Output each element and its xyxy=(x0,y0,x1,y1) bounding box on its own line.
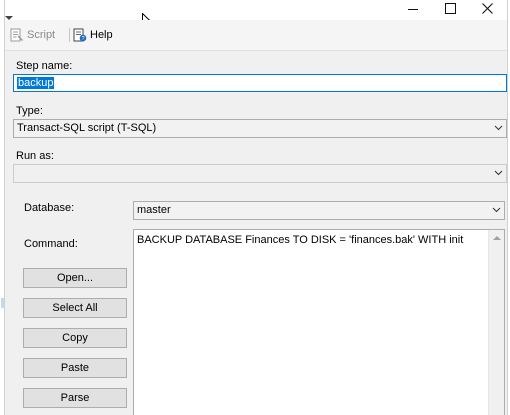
paste-button[interactable]: Paste xyxy=(23,358,127,378)
svg-text:?: ? xyxy=(81,36,84,42)
close-icon xyxy=(482,3,493,14)
run-as-select[interactable] xyxy=(13,164,507,183)
command-scrollbar[interactable] xyxy=(488,230,504,415)
chevron-down-icon xyxy=(494,170,503,176)
step-name-label: Step name: xyxy=(16,60,73,72)
type-label: Type: xyxy=(16,105,43,117)
scroll-up-arrow-icon[interactable] xyxy=(493,236,501,240)
command-label: Command: xyxy=(24,238,78,250)
step-name-value: backup xyxy=(17,77,55,89)
toolbar-separator xyxy=(69,28,70,42)
maximize-icon xyxy=(445,3,456,14)
parse-button[interactable]: Parse xyxy=(23,388,127,408)
database-value: master xyxy=(137,204,171,216)
toolbar: Script ? Help xyxy=(5,16,507,51)
help-label: Help xyxy=(90,29,113,41)
script-icon xyxy=(10,28,24,42)
minimize-button[interactable] xyxy=(393,0,431,20)
command-text: BACKUP DATABASE Finances TO DISK = 'fina… xyxy=(137,234,464,246)
open-button[interactable]: Open... xyxy=(23,268,127,288)
chevron-down-icon xyxy=(494,125,503,131)
select-all-button[interactable]: Select All xyxy=(23,298,127,318)
maximize-button[interactable] xyxy=(431,0,469,20)
help-button[interactable]: ? Help xyxy=(73,27,113,43)
edge-marker xyxy=(1,298,4,308)
type-value: Transact-SQL script (T-SQL) xyxy=(17,122,157,134)
chevron-down-icon xyxy=(492,207,501,213)
help-icon: ? xyxy=(73,28,87,42)
close-button[interactable] xyxy=(469,0,507,20)
database-label: Database: xyxy=(24,202,75,214)
run-as-label: Run as: xyxy=(16,150,54,162)
script-label: Script xyxy=(27,29,56,41)
command-textarea[interactable]: BACKUP DATABASE Finances TO DISK = 'fina… xyxy=(133,229,505,415)
minimize-icon xyxy=(408,9,418,10)
step-name-input[interactable]: backup xyxy=(13,74,507,92)
window-left-edge xyxy=(0,0,5,415)
copy-button[interactable]: Copy xyxy=(23,328,127,348)
title-bar xyxy=(5,0,507,20)
script-button[interactable]: Script xyxy=(10,27,55,43)
database-select[interactable]: master xyxy=(133,201,505,220)
type-select[interactable]: Transact-SQL script (T-SQL) xyxy=(13,119,507,138)
